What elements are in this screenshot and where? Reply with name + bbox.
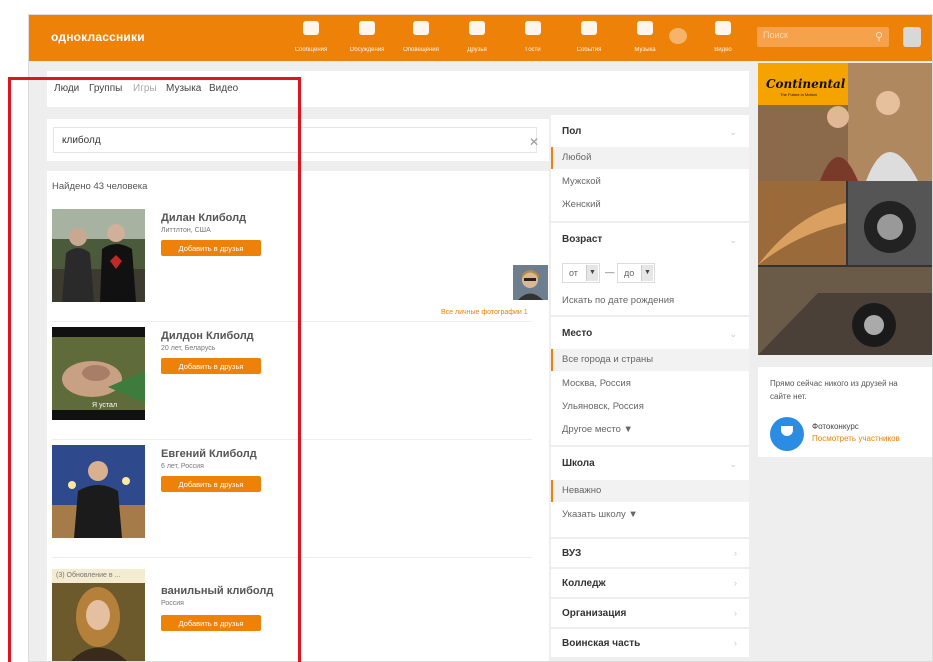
- filter-option[interactable]: Неважно: [562, 485, 601, 496]
- ad-tagline: The Future in Motion: [780, 92, 817, 97]
- ad-brand: Continental: [766, 77, 846, 91]
- filter-title: Воинская часть: [562, 638, 641, 649]
- chevron-down-icon[interactable]: ⌄: [729, 329, 737, 340]
- trophy-icon[interactable]: [770, 417, 804, 451]
- nav-events[interactable]: События: [561, 21, 617, 56]
- filter-option[interactable]: Женский: [562, 199, 601, 210]
- all-photos-link[interactable]: Все личные фотографии 1: [441, 309, 528, 316]
- close-icon[interactable]: ✕: [529, 135, 539, 149]
- filter-title[interactable]: Пол: [562, 126, 581, 137]
- friends-icon: [469, 21, 485, 35]
- nav-label: Сообщения: [294, 47, 328, 53]
- filter-place: Место ⌄ Все города и страны Москва, Росс…: [551, 317, 749, 445]
- age-to-select[interactable]: до ▼: [617, 263, 655, 283]
- nav-discussions[interactable]: Обсуждения: [339, 21, 395, 56]
- chevron-down-icon: ▼: [586, 265, 598, 281]
- footprints-icon: [525, 21, 541, 35]
- filter-title[interactable]: Возраст: [562, 234, 602, 245]
- nav-video[interactable]: Видео: [695, 21, 751, 56]
- nav-label: Оповещения: [403, 47, 439, 53]
- chevron-right-icon: ›: [734, 548, 737, 558]
- chevron-down-icon[interactable]: ⌄: [729, 235, 737, 246]
- age-dash: —: [605, 267, 615, 278]
- photo-thumbnail[interactable]: [513, 265, 548, 300]
- chevron-down-icon[interactable]: ⌄: [729, 459, 737, 470]
- filter-option[interactable]: Москва, Россия: [562, 378, 631, 389]
- filter-option[interactable]: Все города и страны: [562, 354, 653, 365]
- nav-label: События: [576, 47, 602, 53]
- advertisement-banner[interactable]: Continental The Future in Motion: [758, 63, 932, 355]
- avatar[interactable]: [903, 27, 921, 47]
- filter-option[interactable]: Ульяновск, Россия: [562, 401, 644, 412]
- continental-logo: Continental The Future in Motion: [758, 63, 848, 105]
- specify-school-dropdown[interactable]: Указать школу ▼: [562, 509, 638, 520]
- age-from-label: от: [569, 268, 578, 278]
- video-icon: [715, 21, 731, 35]
- nav-label: Обсуждения: [349, 47, 385, 53]
- view-participants-link[interactable]: Посмотреть участников: [812, 434, 900, 443]
- envelope-icon: [303, 21, 319, 35]
- filter-title: Колледж: [562, 578, 606, 589]
- chevron-right-icon: ›: [734, 638, 737, 648]
- filter-age: Возраст ⌄ от ▼ — до ▼ Искать по дате рож…: [551, 223, 749, 315]
- filter-title: ВУЗ: [562, 548, 582, 559]
- nav-messages[interactable]: Сообщения: [283, 21, 339, 56]
- filter-gender: Пол ⌄ Любой Мужской Женский: [551, 115, 749, 221]
- chevron-right-icon: ›: [734, 608, 737, 618]
- filter-military-unit[interactable]: Воинская часть ›: [551, 629, 749, 657]
- filter-option[interactable]: Любой: [562, 152, 591, 163]
- play-icon[interactable]: [669, 28, 687, 44]
- top-search-input[interactable]: Поиск ⚲: [757, 27, 889, 47]
- nav-friends[interactable]: Друзья: [449, 21, 505, 56]
- chevron-right-icon: ›: [734, 578, 737, 588]
- filter-option[interactable]: Мужской: [562, 176, 601, 187]
- chevron-down-icon[interactable]: ⌄: [729, 127, 737, 138]
- nav-label: Видео: [714, 47, 732, 53]
- age-to-label: до: [624, 268, 635, 278]
- nav-music[interactable]: Музыка: [617, 21, 673, 56]
- search-filters: Пол ⌄ Любой Мужской Женский Возраст ⌄ от…: [551, 115, 749, 661]
- search-icon[interactable]: ⚲: [875, 30, 883, 43]
- age-from-select[interactable]: от ▼: [562, 263, 600, 283]
- nav-label: Друзья: [467, 47, 487, 53]
- top-search-placeholder: Поиск: [763, 30, 788, 40]
- other-place-dropdown[interactable]: Другое место ▼: [562, 424, 633, 435]
- filter-school: Школа ⌄ Неважно Указать школу ▼: [551, 447, 749, 537]
- nav-guests[interactable]: Гости: [505, 21, 561, 56]
- filter-title[interactable]: Место: [562, 328, 592, 339]
- birth-date-link[interactable]: Искать по дате рождения: [562, 295, 674, 306]
- nav-label: Гости: [525, 47, 541, 53]
- chevron-down-icon: ▼: [641, 265, 653, 281]
- friends-online-text: Прямо сейчас никого из друзей на сайте н…: [770, 379, 898, 401]
- highlight-rectangle: [8, 77, 301, 662]
- filter-university[interactable]: ВУЗ ›: [551, 539, 749, 567]
- nav-notifications[interactable]: Оповещения: [393, 21, 449, 56]
- filter-college[interactable]: Колледж ›: [551, 569, 749, 597]
- friends-online-panel: Прямо сейчас никого из друзей на сайте н…: [758, 367, 932, 457]
- ad-image: [758, 63, 932, 355]
- photo-contest-title[interactable]: Фотоконкурс: [812, 422, 859, 431]
- events-icon: [581, 21, 597, 35]
- music-icon: [637, 21, 653, 35]
- site-logo[interactable]: одноклассники: [51, 30, 145, 44]
- filter-title[interactable]: Школа: [562, 458, 595, 469]
- bell-icon: [413, 21, 429, 35]
- filter-organization[interactable]: Организация ›: [551, 599, 749, 627]
- filter-title: Организация: [562, 608, 627, 619]
- top-navigation-bar: одноклассники Сообщения Обсуждения Опове…: [29, 15, 932, 61]
- chat-icon: [359, 21, 375, 35]
- nav-label: Музыка: [634, 47, 656, 53]
